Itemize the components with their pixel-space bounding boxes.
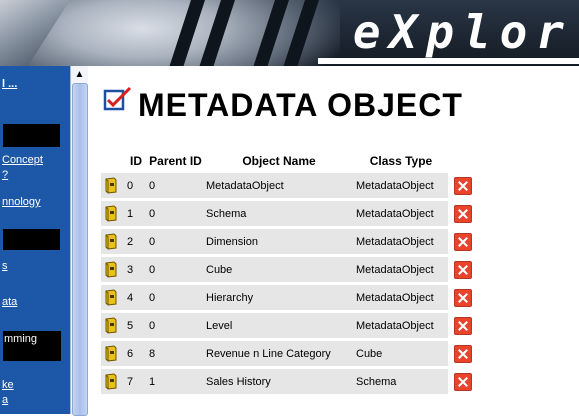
cell-object-name: Cube [204,257,354,282]
cell-object-name: Schema [204,201,354,226]
banner-logo-text: eXplor [352,5,573,59]
cell-parent-id: 0 [147,285,204,310]
metadata-table: ID Parent ID Object Name Class Type 0 0 Me… [101,149,478,397]
header-parent-id: Parent ID [149,154,202,168]
delete-icon[interactable] [454,176,472,195]
row-delete-cell[interactable] [448,201,478,226]
header-icon-column [101,152,125,170]
cell-id: 5 [125,313,147,338]
row-open-cell[interactable] [101,341,125,366]
delete-icon[interactable] [454,260,472,279]
row-delete-cell[interactable] [448,369,478,394]
cell-parent-id: 0 [147,201,204,226]
sidebar: l ... Concept ? nnology s ata mming ke a [0,66,70,414]
cell-parent-id: 0 [147,313,204,338]
table-row[interactable]: 2 0 Dimension MetadataObject [101,229,478,254]
cell-id: 7 [125,369,147,394]
cell-id: 2 [125,229,147,254]
table-row[interactable]: 5 0 Level MetadataObject [101,313,478,338]
open-object-icon[interactable] [103,261,119,278]
open-object-icon[interactable] [103,345,119,362]
cell-parent-id: 8 [147,341,204,366]
cell-class-type: MetadataObject [354,229,448,254]
row-delete-cell[interactable] [448,341,478,366]
cell-parent-id: 0 [147,257,204,282]
sidebar-link-concept[interactable]: Concept [2,154,43,166]
sidebar-link-1[interactable]: l ... [2,78,17,90]
header-object-name: Object Name [242,154,316,168]
cell-id: 3 [125,257,147,282]
sidebar-section-programming: mming [3,331,61,361]
edit-checkbox-icon [103,86,132,111]
header-delete-column [448,152,478,170]
sidebar-link-technology[interactable]: nnology [2,196,41,208]
table-row[interactable]: 6 8 Revenue n Line Category Cube [101,341,478,366]
row-open-cell[interactable] [101,285,125,310]
cell-class-type: MetadataObject [354,201,448,226]
cell-object-name: Sales History [204,369,354,394]
row-open-cell[interactable] [101,173,125,198]
cell-parent-id: 1 [147,369,204,394]
header-banner: eXplor [0,0,579,66]
delete-icon[interactable] [454,232,472,251]
open-object-icon[interactable] [103,289,119,306]
cell-id: 4 [125,285,147,310]
vertical-scrollbar[interactable]: ▲ [70,66,88,416]
sidebar-link-7[interactable]: ke [2,379,14,391]
cell-object-name: Hierarchy [204,285,354,310]
cell-class-type: MetadataObject [354,173,448,198]
cell-parent-id: 0 [147,173,204,198]
open-object-icon[interactable] [103,317,119,334]
table-header-row: ID Parent ID Object Name Class Type [101,152,478,170]
cell-class-type: Schema [354,369,448,394]
row-delete-cell[interactable] [448,257,478,282]
page-title: METADATA OBJECT [138,87,463,123]
cell-class-type: MetadataObject [354,257,448,282]
scroll-up-arrow-icon[interactable]: ▲ [71,66,88,83]
cell-id: 1 [125,201,147,226]
sidebar-link-8[interactable]: a [2,394,8,406]
delete-icon[interactable] [454,344,472,363]
cell-class-type: Cube [354,341,448,366]
row-open-cell[interactable] [101,201,125,226]
sidebar-section-header [3,229,60,250]
cell-class-type: MetadataObject [354,285,448,310]
header-id: ID [130,154,142,168]
table-row[interactable]: 3 0 Cube MetadataObject [101,257,478,282]
row-open-cell[interactable] [101,257,125,282]
delete-icon[interactable] [454,316,472,335]
row-delete-cell[interactable] [448,313,478,338]
cell-id: 0 [125,173,147,198]
table-row[interactable]: 7 1 Sales History Schema [101,369,478,394]
table-row[interactable]: 1 0 Schema MetadataObject [101,201,478,226]
sidebar-section-header [3,124,60,147]
cell-class-type: MetadataObject [354,313,448,338]
open-object-icon[interactable] [103,233,119,250]
delete-icon[interactable] [454,372,472,391]
row-open-cell[interactable] [101,229,125,254]
header-class-type: Class Type [369,154,433,168]
open-object-icon[interactable] [103,373,119,390]
sidebar-link-data[interactable]: ata [2,296,17,308]
scroll-thumb[interactable] [72,83,88,416]
open-object-icon[interactable] [103,177,119,194]
table-row[interactable]: 4 0 Hierarchy MetadataObject [101,285,478,310]
row-open-cell[interactable] [101,313,125,338]
open-object-icon[interactable] [103,205,119,222]
cell-parent-id: 0 [147,229,204,254]
row-delete-cell[interactable] [448,173,478,198]
sidebar-link-4[interactable]: s [2,260,8,272]
cell-object-name: MetadataObject [204,173,354,198]
cell-object-name: Dimension [204,229,354,254]
cell-object-name: Revenue n Line Category [204,341,354,366]
row-delete-cell[interactable] [448,229,478,254]
row-delete-cell[interactable] [448,285,478,310]
sidebar-link-2[interactable]: ? [2,169,8,181]
cell-id: 6 [125,341,147,366]
cell-object-name: Level [204,313,354,338]
delete-icon[interactable] [454,288,472,307]
delete-icon[interactable] [454,204,472,223]
table-row[interactable]: 0 0 MetadataObject MetadataObject [101,173,478,198]
row-open-cell[interactable] [101,369,125,394]
